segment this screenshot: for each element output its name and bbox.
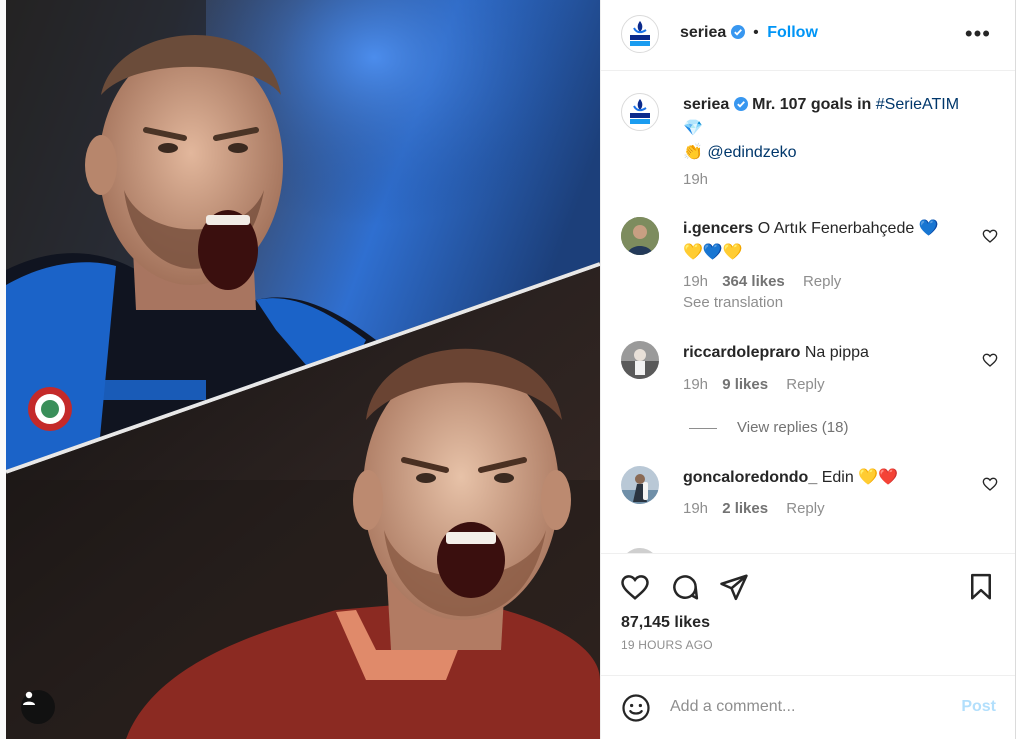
header-separator: •	[753, 24, 759, 41]
comment-2: riccardolepraro Na pippa	[683, 341, 963, 365]
save-icon[interactable]	[966, 572, 996, 602]
caption-mention[interactable]: @edindzeko	[707, 144, 796, 161]
caption-username[interactable]: seriea	[683, 96, 729, 113]
seriea-logo-icon	[630, 99, 650, 124]
avatar-photo-icon	[621, 217, 659, 255]
reply-button[interactable]: Reply	[786, 376, 824, 393]
comment-likes[interactable]: 2 likes	[722, 500, 768, 517]
avatar-photo-icon	[621, 341, 659, 379]
caption: seriea Mr. 107 goals in #SerieATIM 💎 👏 @…	[683, 93, 993, 165]
view-replies-label: View replies (18)	[737, 419, 849, 436]
person-icon	[23, 691, 35, 705]
comment-1-meta: 19h 364 likes Reply	[683, 273, 841, 290]
seriea-avatar[interactable]	[621, 15, 659, 53]
commenter-avatar[interactable]	[621, 217, 659, 255]
comment-time: 19h	[683, 500, 709, 517]
emoji-picker-icon[interactable]	[621, 693, 651, 723]
clap-emoji: 👏	[683, 144, 703, 161]
comment-username[interactable]: goncaloredondo_	[683, 469, 817, 486]
like-icon[interactable]	[620, 572, 650, 602]
see-translation-button[interactable]: See translation	[683, 294, 783, 311]
post-photo-illustration	[6, 0, 600, 739]
verified-badge-icon	[730, 25, 745, 39]
like-comment-icon[interactable]	[982, 228, 998, 244]
comment-2-meta: 19h 9 likes Reply	[683, 376, 825, 393]
view-replies-button[interactable]: View replies (18)	[689, 419, 848, 436]
reply-button[interactable]: Reply	[786, 500, 824, 517]
caption-avatar[interactable]	[621, 93, 659, 131]
comment-emoji: 💛💙💛	[683, 244, 743, 261]
seriea-logo-icon	[630, 21, 650, 46]
comment-input[interactable]: Add a comment...	[670, 698, 795, 716]
comment-username[interactable]: i.gencers	[683, 220, 753, 237]
comment-emoji: 💛❤️	[858, 469, 899, 486]
comments-list[interactable]: seriea Mr. 107 goals in #SerieATIM 💎 👏 @…	[601, 71, 1016, 553]
replies-divider	[689, 427, 717, 429]
comment-likes[interactable]: 9 likes	[722, 376, 768, 393]
comment-1: i.gencers O Artık Fenerbahçede 💙 💛💙💛	[683, 217, 963, 265]
post-actions: 87,145 likes 19 HOURS AGO	[601, 553, 1016, 675]
caption-time: 19h	[683, 171, 709, 188]
like-comment-icon[interactable]	[982, 476, 998, 492]
comment-time: 19h	[683, 273, 709, 290]
like-comment-icon[interactable]	[982, 352, 998, 368]
comment-emoji: 💙	[918, 220, 939, 237]
comment-text: Edin	[821, 469, 854, 486]
comment-3-meta: 19h 2 likes Reply	[683, 500, 825, 517]
post-author-username[interactable]: seriea	[680, 24, 726, 41]
comment-time: 19h	[683, 376, 709, 393]
comment-text: Na pippa	[804, 344, 869, 361]
post-comment-button[interactable]: Post	[961, 698, 996, 716]
reply-button[interactable]: Reply	[803, 273, 841, 290]
verified-badge-icon	[733, 95, 748, 111]
gem-emoji: 💎	[683, 120, 703, 137]
avatar-photo-icon	[621, 466, 659, 504]
caption-text: Mr. 107 goals in	[752, 96, 876, 113]
post-image[interactable]	[6, 0, 600, 739]
share-icon[interactable]	[719, 572, 749, 602]
comment-likes[interactable]: 364 likes	[722, 273, 785, 290]
commenter-avatar[interactable]	[621, 466, 659, 504]
post-time: 19 HOURS AGO	[621, 638, 713, 652]
add-comment-bar: Add a comment... Post	[601, 675, 1016, 740]
caption-hashtag[interactable]: #SerieATIM	[876, 96, 959, 113]
commenter-avatar[interactable]	[621, 341, 659, 379]
window-edge-right	[1015, 0, 1024, 739]
follow-button[interactable]: Follow	[767, 24, 818, 41]
post-header: seriea • Follow •••	[601, 0, 1016, 71]
tagged-users-button[interactable]	[21, 690, 55, 724]
post-details-panel: seriea • Follow ••• seriea Mr. 107 goals…	[600, 0, 1016, 739]
likes-count[interactable]: 87,145 likes	[621, 614, 710, 632]
comment-icon[interactable]	[670, 572, 700, 602]
comment-username[interactable]: riccardolepraro	[683, 344, 800, 361]
more-options-icon[interactable]: •••	[965, 23, 991, 45]
comment-3: goncaloredondo_ Edin 💛❤️	[683, 466, 963, 490]
comment-text: O Artık Fenerbahçede	[757, 220, 915, 237]
